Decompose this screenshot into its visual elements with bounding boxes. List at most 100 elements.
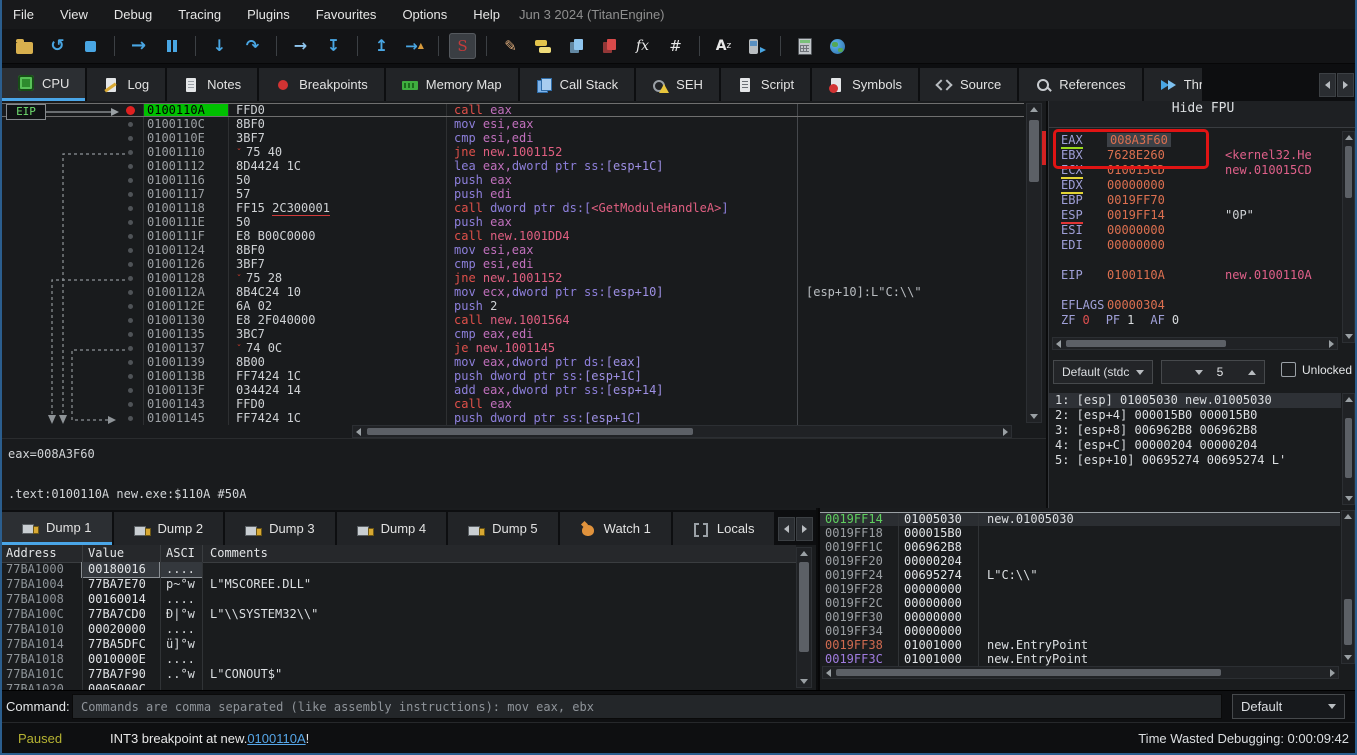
disasm-horizontal-scrollbar[interactable] [352,425,1012,438]
scroll-thumb[interactable] [1029,120,1039,182]
command-input[interactable] [72,694,1222,719]
register-row-ecx[interactable]: ECX010015CDnew.010015CD [1049,163,1341,178]
disasm-row[interactable]: 01001143FFD0call eax [0,397,1024,411]
trace-into-icon[interactable]: → [287,33,314,59]
bookmark-pages-icon[interactable] [596,33,623,59]
scroll-thumb[interactable] [799,562,809,652]
disasm-row[interactable]: 01001118FF15 2C300001call dword ptr ds:[… [0,201,1024,215]
stop-icon[interactable] [77,33,104,59]
disassembly-panel[interactable]: EIP 0100110AFFD0call eax0100110C8BF0mov … [0,101,1046,508]
disasm-row[interactable]: 010011128D4424 1Clea eax,dword ptr ss:[e… [0,159,1024,173]
register-row-esp[interactable]: ESP0019FF14"0P" [1049,208,1341,223]
scroll-down-arrow-icon[interactable] [1345,334,1353,339]
ordinal-hash-icon[interactable]: # [662,33,689,59]
disasm-row[interactable]: 0100111E50push eax [0,215,1024,229]
calling-convention-select[interactable]: Default (stdc [1053,360,1153,384]
run-to-user-code-icon[interactable]: →▲ [401,33,428,59]
disasm-row[interactable]: 0100111650push eax [0,173,1024,187]
registers-horizontal-scrollbar[interactable] [1052,337,1338,350]
disasm-row[interactable]: 01001130E8 2F040000call new.1001564 [0,313,1024,327]
scroll-right-arrow-icon[interactable] [1330,669,1335,677]
stack-row[interactable]: 0019FF2C00000000 [820,596,1340,610]
restart-icon[interactable]: ↺ [44,33,71,59]
spinner-down-icon[interactable] [1195,370,1203,375]
disasm-row[interactable]: 010011398B00mov eax,dword ptr ds:[eax] [0,355,1024,369]
disasm-row[interactable]: 0100113F034424 14add eax,dword ptr ss:[e… [0,383,1024,397]
argument-row[interactable]: 5: [esp+10] 00695274 00695274 L' [1049,453,1341,468]
dump-tab-dump-1[interactable]: Dump 1 [2,512,112,545]
stack-horizontal-scrollbar[interactable] [822,666,1339,679]
dump-row[interactable]: 77BA101000020000.... [0,622,796,637]
dump-row[interactable]: 77BA100800160014.... [0,592,796,607]
scroll-up-arrow-icon[interactable] [800,551,808,556]
tab-cpu[interactable]: CPU [2,68,85,101]
disasm-vertical-scrollbar[interactable] [1026,103,1042,423]
disasm-row[interactable]: 0100111FE8 B00C0000call new.1001DD4 [0,229,1024,243]
tab-scroll-right-button[interactable] [796,517,813,541]
stack-row[interactable]: 0019FF3400000000 [820,624,1340,638]
hide-fpu-button[interactable]: Hide FPU [1049,101,1357,128]
menu-favourites[interactable]: Favourites [303,7,390,22]
menu-file[interactable]: File [0,7,47,22]
disasm-row[interactable]: 01001145FF7424 1Cpush dword ptr ss:[esp+… [0,411,1024,425]
menu-help[interactable]: Help [460,7,513,22]
argument-row[interactable]: 2: [esp+4] 000015B0 000015B0 [1049,408,1341,423]
disasm-row[interactable]: 0100113BFF7424 1Cpush dword ptr ss:[esp+… [0,369,1024,383]
checkbox-icon[interactable] [1281,362,1296,377]
register-row-ebp[interactable]: EBP0019FF70 [1049,193,1341,208]
disasm-row[interactable]: 01001110ˇ75 40jne new.1001152 [0,145,1024,159]
menu-view[interactable]: View [47,7,101,22]
unlocked-checkbox[interactable]: Unlocked [1281,362,1352,377]
spinner-up-icon[interactable] [1248,370,1256,375]
stack-row[interactable]: 0019FF3C01001000new.EntryPoint [820,652,1340,666]
dump-row[interactable]: 77BA100C77BA7CD0Ð|°wL"\\SYSTEM32\\" [0,607,796,622]
stack-row[interactable]: 0019FF3801001000new.EntryPoint [820,638,1340,652]
scroll-thumb[interactable] [1345,146,1352,198]
argument-row[interactable]: 3: [esp+8] 006962B8 006962B8 [1049,423,1341,438]
scroll-up-arrow-icon[interactable] [1345,135,1353,140]
scroll-thumb[interactable] [1345,418,1352,478]
scroll-thumb[interactable] [836,669,1221,676]
scroll-down-arrow-icon[interactable] [1030,414,1038,419]
tab-scroll-left-button[interactable] [778,517,795,541]
tab-memory-map[interactable]: Memory Map [386,68,518,101]
dump-tab-dump-5[interactable]: Dump 5 [448,512,558,545]
disasm-row[interactable]: 010011353BC7cmp eax,edi [0,327,1024,341]
execute-till-return-icon[interactable]: ↥ [368,33,395,59]
scroll-down-arrow-icon[interactable] [1344,655,1352,660]
argument-row[interactable]: 4: [esp+C] 00000204 00000204 [1049,438,1341,453]
command-profile-select[interactable]: Default [1232,694,1345,719]
internet-globe-icon[interactable] [824,33,851,59]
scroll-left-arrow-icon[interactable] [356,428,361,436]
scroll-thumb[interactable] [1066,340,1226,347]
dump-header-asci[interactable]: ASCI [160,545,202,562]
disasm-row[interactable]: 0100112A8B4C24 10mov ecx,dword ptr ss:[e… [0,285,1024,299]
dump-row[interactable]: 77BA100477BA7E70p~°wL"MSCOREE.DLL" [0,577,796,592]
argument-row[interactable]: 1: [esp] 01005030 new.01005030 [1049,393,1341,408]
stack-row[interactable]: 0019FF1401005030new.01005030 [820,512,1340,526]
argument-count-spinner[interactable]: 5 [1161,360,1265,384]
tab-source[interactable]: Source [920,68,1017,101]
tab-thr[interactable]: Thr [1144,68,1202,101]
tab-breakpoints[interactable]: Breakpoints [259,68,384,101]
dump-row[interactable]: 77BA10200005000C [0,682,796,690]
scroll-up-arrow-icon[interactable] [1344,514,1352,519]
dump-tab-watch-1[interactable]: Watch 1 [560,512,671,545]
stack-row[interactable]: 0019FF2000000204 [820,554,1340,568]
registers-panel[interactable]: Hide FPU EAX008A3F60EBX7628E260<kernel32… [1048,101,1357,508]
tab-references[interactable]: References [1019,68,1141,101]
assemble-pencil-icon[interactable]: ✎ [497,33,524,59]
stack-row[interactable]: 0019FF1C006962B8 [820,540,1340,554]
open-file-icon[interactable] [11,33,38,59]
disasm-row[interactable]: 0100112E6A 02push 2 [0,299,1024,313]
dump-tab-locals[interactable]: Locals [673,512,775,545]
scroll-thumb[interactable] [1344,599,1352,645]
dump-header-address[interactable]: Address [0,545,82,562]
disasm-row[interactable]: 0100111757push edi [0,187,1024,201]
stack-row[interactable]: 0019FF2800000000 [820,582,1340,596]
registers-vertical-scrollbar[interactable] [1342,131,1355,343]
stack-row[interactable]: 0019FF18000015B0 [820,526,1340,540]
dump-row[interactable]: 77BA101477BA5DFCü]°w [0,637,796,652]
disasm-row[interactable]: 010011263BF7cmp esi,edi [0,257,1024,271]
arguments-vertical-scrollbar[interactable] [1342,393,1355,505]
